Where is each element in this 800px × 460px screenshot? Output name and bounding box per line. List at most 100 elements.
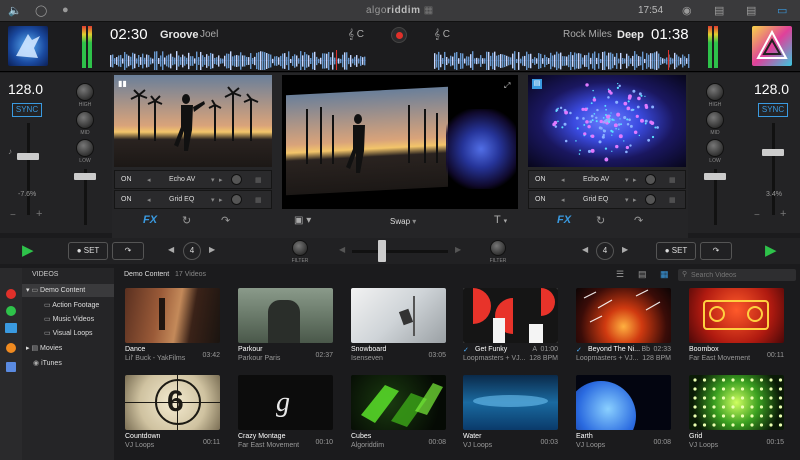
fx-row-left-2[interactable]: ON ◂ Grid EQ ▾ ▸ ▦	[114, 190, 272, 209]
pitch-minus-icon[interactable]: −	[754, 210, 760, 221]
music-source-icon[interactable]	[6, 289, 16, 299]
loop-next-icon[interactable]: ▶	[622, 245, 628, 254]
bounce-icon[interactable]: ↷	[634, 214, 643, 227]
tree-item-itunes[interactable]: ◉ iTunes	[22, 357, 114, 370]
eq-high-knob-left[interactable]	[76, 83, 94, 101]
eq-low-knob-right[interactable]	[706, 139, 724, 157]
record-status-icon[interactable]: ◉	[682, 4, 692, 17]
prev-arrow-icon[interactable]: ◂	[147, 176, 151, 184]
tree-item-visual-loops[interactable]: ▭ Visual Loops	[22, 327, 114, 340]
loop-next-icon[interactable]: ▶	[209, 245, 215, 254]
spotify-source-icon[interactable]	[6, 306, 16, 316]
fx-knob[interactable]	[231, 174, 242, 185]
pitch-plus-icon[interactable]: +	[780, 208, 786, 220]
fx-button-right[interactable]: FX	[557, 214, 571, 226]
prev-arrow-icon[interactable]: ◂	[561, 196, 565, 204]
play-button-left[interactable]: ▶	[22, 241, 34, 259]
dropdown-icon[interactable]: ▾	[625, 176, 629, 184]
fx-state[interactable]: ON	[121, 176, 132, 183]
loop-length-left[interactable]: 4	[183, 242, 201, 260]
detail-view-icon[interactable]: ▤	[638, 269, 647, 280]
volume-icon[interactable]: 🔈	[8, 4, 22, 17]
pitch-minus-icon[interactable]: −	[10, 210, 16, 221]
history-source-icon[interactable]	[6, 343, 16, 353]
prev-arrow-icon[interactable]: ◂	[561, 176, 565, 184]
finder-source-icon[interactable]	[6, 362, 16, 372]
fx-knob[interactable]	[645, 194, 656, 205]
list-view-icon[interactable]: ☰	[616, 269, 624, 280]
visual-mode-icon[interactable]: ▤	[532, 79, 542, 89]
deck-left-sync-button[interactable]: SYNC	[12, 103, 42, 117]
fx-name[interactable]: Echo AV	[583, 176, 609, 183]
deck-right-video[interactable]: ▤	[528, 75, 686, 167]
cue-set-button-right[interactable]: ● SET	[656, 242, 696, 260]
deck-right-sync-button[interactable]: SYNC	[758, 103, 788, 117]
fx-name[interactable]: Echo AV	[169, 176, 195, 183]
loop-icon[interactable]: ↻	[596, 214, 605, 227]
volume-fader-right[interactable]	[704, 173, 726, 180]
loop-icon[interactable]: ↻	[182, 214, 191, 227]
filter-knob-left[interactable]	[292, 240, 308, 256]
loop-prev-icon[interactable]: ◀	[582, 245, 588, 254]
crossfader[interactable]	[378, 240, 386, 262]
dropdown-icon[interactable]: ▾	[211, 196, 215, 204]
grid-icon[interactable]: ▦	[255, 176, 262, 184]
pitch-plus-icon[interactable]: +	[36, 208, 42, 220]
dropdown-icon[interactable]: ▾	[211, 176, 215, 184]
fx-state[interactable]: ON	[535, 196, 546, 203]
tree-item-demo-content[interactable]: ▾ ▭ Demo Content	[22, 284, 114, 297]
deck-right-bpm[interactable]: 128.0	[754, 81, 789, 97]
pitch-fader-right[interactable]	[762, 149, 784, 156]
next-arrow-icon[interactable]: ▸	[633, 176, 637, 184]
fx-button-left[interactable]: FX	[143, 214, 157, 226]
fx-row-right-1[interactable]: ON ◂ Echo AV ▾ ▸ ▦	[528, 170, 686, 189]
crossfade-left-icon[interactable]: ◀	[339, 245, 345, 254]
next-arrow-icon[interactable]: ▸	[219, 196, 223, 204]
microphone-icon[interactable]: ●	[62, 4, 69, 16]
eq-mid-knob-left[interactable]	[76, 111, 94, 129]
headphones-icon[interactable]: ◯	[35, 4, 47, 17]
fx-state[interactable]: ON	[121, 196, 132, 203]
video-mode-icon[interactable]: ▮▮	[118, 79, 127, 88]
tree-item-action-footage[interactable]: ▭ Action Footage	[22, 299, 114, 312]
record-button[interactable]	[391, 27, 407, 43]
fx-row-left-1[interactable]: ON ◂ Echo AV ▾ ▸ ▦	[114, 170, 272, 189]
split-view-icon[interactable]: ▤	[746, 4, 756, 17]
prev-arrow-icon[interactable]: ◂	[147, 196, 151, 204]
search-box[interactable]: ⚲	[678, 269, 796, 281]
loop-length-right[interactable]: 4	[596, 242, 614, 260]
loop-prev-icon[interactable]: ◀	[168, 245, 174, 254]
eq-mid-knob-right[interactable]	[706, 111, 724, 129]
master-video-output[interactable]: ⤢	[282, 75, 518, 209]
eq-low-knob-left[interactable]	[76, 139, 94, 157]
swap-button[interactable]: Swap ▾	[390, 217, 416, 226]
volume-fader-left[interactable]	[74, 173, 96, 180]
grid-icon[interactable]: ▦	[669, 196, 676, 204]
next-arrow-icon[interactable]: ▸	[633, 196, 637, 204]
crossfade-right-icon[interactable]: ▶	[455, 245, 461, 254]
grid-view-icon[interactable]: ▦	[660, 269, 669, 280]
tree-item-movies[interactable]: ▸ ▤ Movies	[22, 342, 114, 355]
eq-high-knob-right[interactable]	[706, 83, 724, 101]
grid-icon[interactable]: ▦	[255, 196, 262, 204]
bounce-icon[interactable]: ↷	[221, 214, 230, 227]
bounce-button-left[interactable]: ↷	[112, 242, 144, 260]
fx-knob[interactable]	[645, 174, 656, 185]
deck-left-bpm[interactable]: 128.0	[8, 81, 43, 97]
layout-icon[interactable]: ▤	[714, 4, 724, 17]
tree-item-music-videos[interactable]: ▭ Music Videos	[22, 313, 114, 326]
deck-left-video[interactable]: ▮▮	[114, 75, 272, 167]
fx-row-right-2[interactable]: ON ◂ Grid EQ ▾ ▸ ▦	[528, 190, 686, 209]
fx-name[interactable]: Grid EQ	[169, 196, 194, 203]
grid-icon[interactable]: ▦	[669, 176, 676, 184]
next-arrow-icon[interactable]: ▸	[219, 176, 223, 184]
cue-set-button-left[interactable]: ● SET	[68, 242, 108, 260]
fx-knob[interactable]	[231, 194, 242, 205]
image-icon[interactable]: ▣ ▾	[294, 215, 311, 226]
search-input[interactable]	[691, 270, 791, 280]
pitch-fader-left[interactable]	[17, 153, 39, 160]
display-icon[interactable]: ▭	[777, 4, 787, 17]
fx-name[interactable]: Grid EQ	[583, 196, 608, 203]
text-icon[interactable]: T ▾	[494, 214, 507, 226]
video-source-icon[interactable]	[5, 323, 17, 333]
